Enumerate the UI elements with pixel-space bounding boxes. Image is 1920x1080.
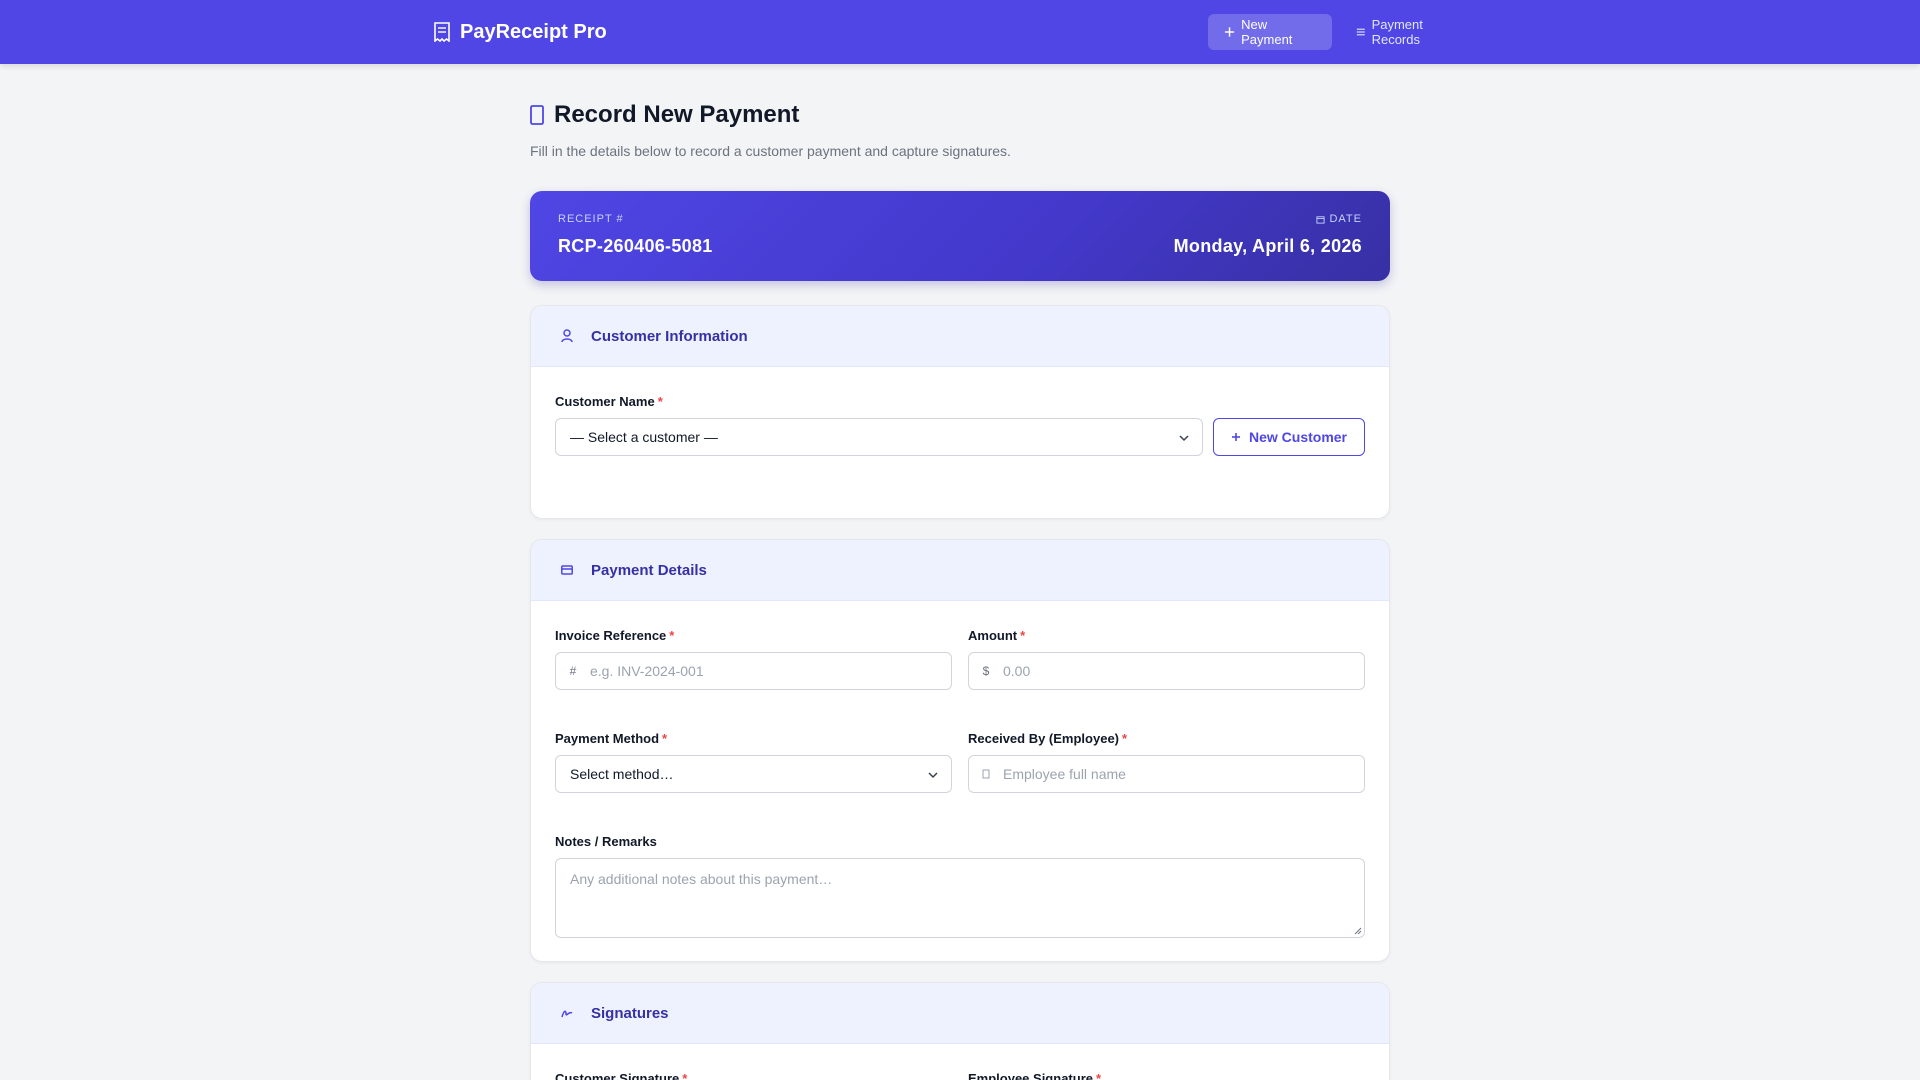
- document-icon: [530, 105, 544, 125]
- invoice-reference-label: Invoice Reference *: [555, 628, 674, 643]
- employee-signature-label: Employee Signature *: [968, 1071, 1101, 1080]
- payment-method-select[interactable]: Select method…: [555, 755, 952, 793]
- payment-method-label: Payment Method *: [555, 731, 667, 746]
- top-nav: PayReceipt Pro New Payment Payment Recor…: [0, 0, 1920, 64]
- received-by-placeholder: Employee full name: [1003, 766, 1126, 782]
- employee-signature-label-text: Employee Signature: [968, 1071, 1093, 1080]
- signature-icon: [561, 1010, 573, 1018]
- signatures-card: Signatures Customer Signature * Employee …: [530, 982, 1390, 1080]
- chevron-down-icon: [928, 772, 938, 779]
- received-by-input[interactable]: Employee full name: [968, 755, 1365, 793]
- required-marker: *: [682, 1071, 688, 1080]
- payment-details-card: Payment Details Invoice Reference * # e.g…: [530, 539, 1390, 962]
- payment-details-title: Payment Details: [591, 561, 707, 579]
- amount-label: Amount *: [968, 628, 1025, 643]
- payment-method-value: Select method…: [570, 766, 674, 782]
- customer-name-label: Customer Name *: [555, 394, 663, 409]
- resize-handle-icon[interactable]: [1353, 926, 1362, 935]
- new-customer-button[interactable]: New Customer: [1213, 418, 1365, 456]
- invoice-reference-input[interactable]: # e.g. INV-2024-001: [555, 652, 952, 690]
- page-subtitle: Fill in the details below to record a cu…: [530, 143, 1011, 159]
- amount-label-text: Amount: [968, 628, 1018, 643]
- customer-signature-label-text: Customer Signature: [555, 1071, 680, 1080]
- customer-name-label-text: Customer Name: [555, 394, 655, 409]
- required-marker: *: [662, 731, 668, 746]
- page-title-text: Record New Payment: [554, 101, 800, 128]
- customer-select[interactable]: — Select a customer —: [555, 418, 1203, 456]
- customer-signature-label: Customer Signature *: [555, 1071, 687, 1080]
- receipt-date-label-text: DATE: [1329, 213, 1362, 225]
- notes-placeholder: Any additional notes about this payment…: [570, 871, 833, 887]
- user-plus-icon: [1231, 433, 1240, 441]
- receipt-number-label: RECEIPT #: [558, 213, 624, 225]
- amount-input[interactable]: $ 0.00: [968, 652, 1365, 690]
- required-marker: *: [669, 628, 675, 643]
- customer-information-title: Customer Information: [591, 327, 748, 345]
- receipt-date-label: DATE: [1316, 213, 1362, 225]
- nav-new-payment[interactable]: New Payment: [1208, 14, 1332, 50]
- app-brand[interactable]: PayReceipt Pro: [434, 20, 607, 44]
- list-icon: [1356, 28, 1365, 36]
- nav-new-payment-label: New Payment: [1241, 17, 1293, 47]
- app-name: PayReceipt Pro: [460, 20, 607, 43]
- dollar-icon: $: [982, 664, 990, 678]
- signatures-title: Signatures: [591, 1004, 669, 1022]
- required-marker: *: [1095, 1071, 1102, 1080]
- receipt-date: Monday, April 6, 2026: [1173, 236, 1362, 256]
- customer-information-header: Customer Information: [531, 306, 1389, 367]
- received-by-label: Received By (Employee) *: [968, 731, 1127, 746]
- chevron-down-icon: [1179, 435, 1189, 442]
- received-by-label-text: Received By (Employee): [968, 731, 1120, 746]
- new-customer-button-label: New Customer: [1248, 429, 1348, 445]
- customer-information-card: Customer Information Customer Name * — Se…: [530, 305, 1390, 519]
- invoice-reference-placeholder: e.g. INV-2024-001: [590, 663, 704, 679]
- payment-method-label-text: Payment Method: [555, 731, 660, 746]
- required-marker: *: [1122, 731, 1128, 746]
- notes-label: Notes / Remarks: [555, 834, 657, 849]
- signatures-header: Signatures: [531, 983, 1389, 1044]
- nav-payment-records[interactable]: Payment Records: [1340, 14, 1470, 50]
- required-marker: *: [657, 394, 663, 409]
- receipt-banner: RECEIPT # RCP-260406-5081 DATE Monday, A…: [530, 191, 1390, 281]
- user-icon: [561, 329, 573, 343]
- amount-placeholder: 0.00: [1003, 663, 1031, 679]
- receipt-number: RCP-260406-5081: [558, 236, 713, 256]
- calendar-icon: [1316, 215, 1326, 224]
- plus-icon: [1224, 27, 1235, 37]
- credit-card-icon: [561, 565, 573, 575]
- user-tie-icon: [969, 769, 1003, 779]
- nav-payment-records-label: Payment Records: [1371, 17, 1423, 47]
- notes-textarea[interactable]: Any additional notes about this payment…: [555, 858, 1365, 938]
- invoice-reference-label-text: Invoice Reference: [555, 628, 667, 643]
- required-marker: *: [1020, 628, 1026, 643]
- payment-details-header: Payment Details: [531, 540, 1389, 601]
- receipt-icon: [434, 22, 450, 42]
- customer-select-value: — Select a customer —: [570, 429, 718, 445]
- hash-icon: #: [569, 664, 577, 678]
- page-title: Record New Payment: [530, 100, 799, 130]
